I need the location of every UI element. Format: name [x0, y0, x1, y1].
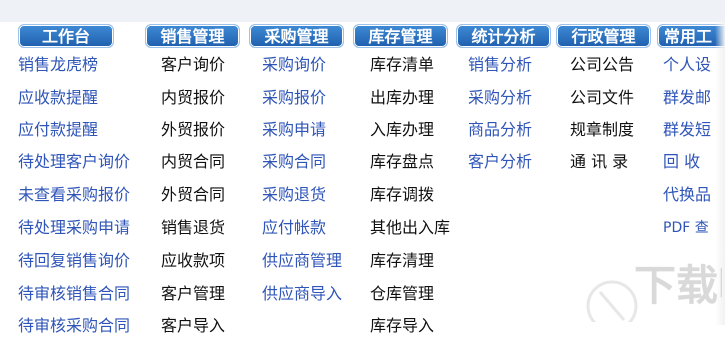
purchase-item[interactable]: 采购申请 — [262, 117, 326, 143]
workbench-item[interactable]: 应付款提醒 — [18, 117, 98, 143]
sales-item[interactable]: 应收款项 — [161, 248, 225, 274]
sales-item[interactable]: 外贸合同 — [161, 182, 225, 208]
admin-item[interactable]: 公司公告 — [570, 52, 634, 78]
admin-item[interactable]: 公司文件 — [570, 85, 634, 111]
inventory-item[interactable]: 出库办理 — [370, 85, 434, 111]
purchase-item[interactable]: 采购报价 — [262, 85, 326, 111]
tab-sales-management[interactable]: 销售管理 — [145, 24, 240, 48]
workbench-item[interactable]: 待审核采购合同 — [18, 313, 130, 339]
common-item[interactable]: 群发短 — [663, 117, 711, 143]
sales-item[interactable]: 客户管理 — [161, 281, 225, 307]
inventory-item[interactable]: 入库办理 — [370, 117, 434, 143]
sales-item[interactable]: 客户询价 — [161, 52, 225, 78]
common-item[interactable]: 个人设 — [663, 52, 711, 78]
workbench-item[interactable]: 未查看采购报价 — [18, 182, 130, 208]
inventory-item[interactable]: 其他出入库 — [370, 215, 450, 241]
common-item[interactable]: 代换品 — [663, 182, 711, 208]
common-item[interactable]: 群发邮 — [663, 85, 711, 111]
right-edge-shadow — [715, 22, 725, 325]
tab-purchase-management[interactable]: 采购管理 — [249, 24, 344, 48]
tab-statistics-analysis[interactable]: 统计分析 — [456, 24, 551, 48]
workbench-item[interactable]: 待处理客户询价 — [18, 149, 130, 175]
sales-item[interactable]: 销售退货 — [161, 215, 225, 241]
purchase-item[interactable]: 应付帐款 — [262, 215, 326, 241]
inventory-item[interactable]: 库存导入 — [370, 313, 434, 339]
purchase-item[interactable]: 采购询价 — [262, 52, 326, 78]
inventory-item[interactable]: 仓库管理 — [370, 281, 434, 307]
tab-workbench[interactable]: 工作台 — [18, 24, 114, 48]
top-strip — [0, 0, 725, 22]
sales-item[interactable]: 内贸报价 — [161, 85, 225, 111]
common-item[interactable]: 回 收 — [663, 149, 700, 175]
inventory-item[interactable]: 库存清单 — [370, 52, 434, 78]
inventory-item[interactable]: 库存盘点 — [370, 149, 434, 175]
purchase-item[interactable]: 供应商导入 — [262, 281, 342, 307]
purchase-item[interactable]: 供应商管理 — [262, 248, 342, 274]
stats-item[interactable]: 采购分析 — [468, 85, 532, 111]
common-item[interactable]: PDF 查 — [663, 215, 709, 241]
workbench-item[interactable]: 待处理采购申请 — [18, 215, 130, 241]
admin-item[interactable]: 规章制度 — [570, 117, 634, 143]
tab-admin-management[interactable]: 行政管理 — [556, 24, 651, 48]
workbench-item[interactable]: 应收款提醒 — [18, 85, 98, 111]
purchase-item[interactable]: 采购合同 — [262, 149, 326, 175]
workbench-item[interactable]: 待审核销售合同 — [18, 281, 130, 307]
sales-item[interactable]: 外贸报价 — [161, 117, 225, 143]
stats-item[interactable]: 商品分析 — [468, 117, 532, 143]
inventory-item[interactable]: 库存调拨 — [370, 182, 434, 208]
admin-item[interactable]: 通 讯 录 — [570, 149, 628, 175]
stats-item[interactable]: 客户分析 — [468, 149, 532, 175]
sales-item[interactable]: 内贸合同 — [161, 149, 225, 175]
inventory-item[interactable]: 库存清理 — [370, 248, 434, 274]
tab-inventory-management[interactable]: 库存管理 — [353, 24, 448, 48]
stats-item[interactable]: 销售分析 — [468, 52, 532, 78]
workbench-item[interactable]: 待回复销售询价 — [18, 248, 130, 274]
purchase-item[interactable]: 采购退货 — [262, 182, 326, 208]
sales-item[interactable]: 客户导入 — [161, 313, 225, 339]
workbench-item[interactable]: 销售龙虎榜 — [18, 52, 98, 78]
